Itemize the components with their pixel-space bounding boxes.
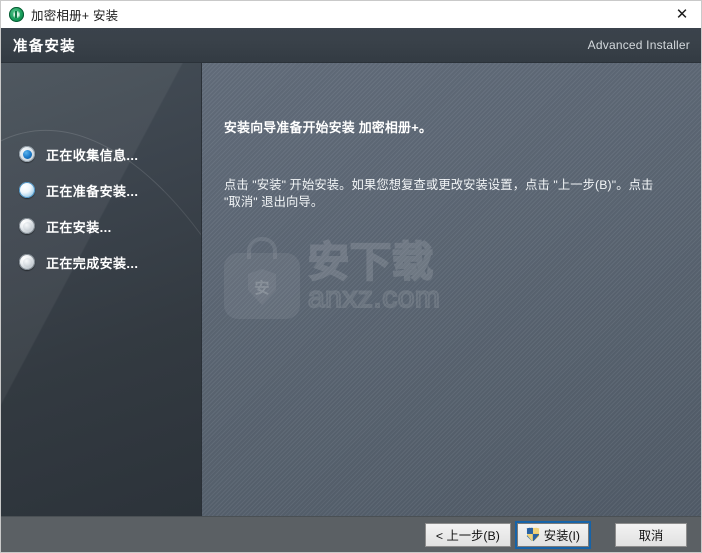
step-bullet-pending-icon — [19, 218, 35, 234]
step-bullet-active-icon — [19, 182, 35, 198]
wizard-step-label: 正在收集信息... — [46, 147, 139, 163]
install-button-label: 安装(I) — [543, 528, 580, 543]
uac-shield-icon — [525, 527, 540, 542]
main-heading: 安装向导准备开始安装 加密相册+。 — [224, 120, 433, 135]
step-bullet-pending-icon — [19, 254, 35, 270]
content-area: 正在收集信息... 正在准备安装... 正在安装... 正在完成安装... 安装… — [1, 63, 701, 516]
wizard-step-finalizing-installation: 正在完成安装... — [19, 246, 199, 278]
title-bar-buttons: ✕ — [661, 1, 701, 28]
watermark: 安 安下载 anxz.com — [224, 223, 474, 333]
close-icon[interactable]: ✕ — [661, 1, 701, 28]
briefcase-shield-icon: 安 — [224, 237, 300, 319]
page-title: 准备安装 — [13, 38, 76, 55]
watermark-brand-domain: anxz.com — [307, 280, 441, 314]
window-title: 加密相册+ 安装 — [31, 9, 119, 23]
installer-window: 加密相册+ 安装 ✕ 准备安装 Advanced Installer 正在收集信… — [0, 0, 702, 553]
brand-label: Advanced Installer — [587, 38, 690, 52]
wizard-step-installing: 正在安装... — [19, 210, 199, 242]
wizard-step-collecting-information: 正在收集信息... — [19, 138, 199, 170]
cancel-button[interactable]: 取消 — [615, 522, 687, 547]
wizard-main-panel: 安装向导准备开始安装 加密相册+。 点击 "安装" 开始安装。如果您想复查或更改… — [202, 63, 701, 516]
install-button[interactable]: 安装(I) — [514, 520, 592, 549]
wizard-sidebar: 正在收集信息... 正在准备安装... 正在安装... 正在完成安装... — [1, 63, 202, 516]
title-bar: 加密相册+ 安装 ✕ — [1, 1, 701, 28]
watermark-brand-cn: 安下载 — [307, 239, 434, 286]
green-lock-icon — [9, 7, 24, 22]
back-button[interactable]: < 上一步(B) — [424, 522, 511, 547]
wizard-step-label: 正在准备安装... — [46, 183, 139, 199]
page-banner: 准备安装 Advanced Installer — [1, 28, 701, 63]
wizard-step-list: 正在收集信息... 正在准备安装... 正在安装... 正在完成安装... — [19, 138, 199, 282]
watermark-text: 安下载 anxz.com — [307, 239, 441, 314]
wizard-step-label: 正在完成安装... — [46, 255, 139, 271]
wizard-step-preparing-installation: 正在准备安装... — [19, 174, 199, 206]
step-bullet-done-icon — [19, 146, 35, 162]
watermark-shield-glyph: 安 — [248, 269, 276, 305]
wizard-footer: < 上一步(B) 安装(I) 取消 — [1, 516, 701, 552]
main-description: 点击 "安装" 开始安装。如果您想复查或更改安装设置，点击 "上一步(B)"。点… — [224, 178, 654, 210]
wizard-step-label: 正在安装... — [46, 219, 112, 235]
